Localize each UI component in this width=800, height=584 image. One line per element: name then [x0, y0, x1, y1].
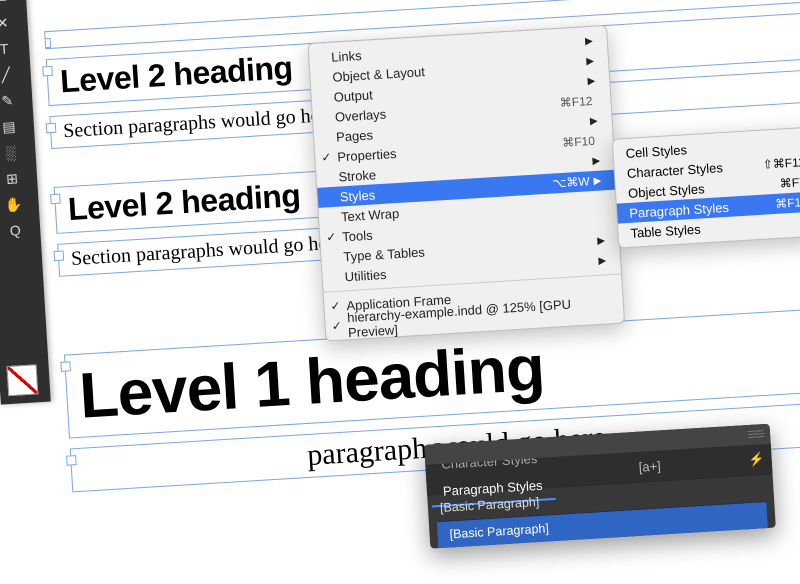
tool-button[interactable]: Q: [0, 216, 41, 245]
window-menu[interactable]: Links▶Object & Layout▶Output▶Overlays⌘F1…: [307, 25, 625, 342]
submenu-arrow-icon: ▶: [597, 235, 605, 246]
tool-button[interactable]: ▤: [0, 112, 35, 141]
fill-stroke-swatch[interactable]: [7, 364, 39, 396]
tool-button[interactable]: ⊞: [0, 164, 38, 193]
body-text: Section paragraphs would go here.: [70, 231, 348, 270]
tool-button[interactable]: ✋: [0, 190, 39, 219]
tools-palette[interactable]: ▭✕T╱✎▤░⊞✋Q: [0, 0, 51, 405]
submenu-arrow-icon: ▶: [585, 35, 593, 46]
submenu-arrow-icon: ▶: [590, 115, 598, 126]
tool-button[interactable]: ░: [0, 138, 36, 167]
submenu-arrow-icon: ▶: [593, 175, 601, 186]
tool-button[interactable]: ╱: [0, 60, 31, 89]
menu-shortcut: ⌘F12: [559, 94, 592, 110]
tool-button[interactable]: T: [0, 34, 30, 63]
body-text: Section paragraphs would go here.: [63, 103, 341, 142]
styles-submenu[interactable]: Cell StylesCharacter Styles⇧⌘F11Object S…: [612, 126, 800, 248]
submenu-arrow-icon: ▶: [592, 155, 600, 166]
submenu-arrow-icon: ▶: [587, 75, 595, 86]
submenu-arrow-icon: ▶: [598, 255, 606, 266]
tool-button[interactable]: ✎: [0, 86, 33, 115]
menu-shortcut: ⌘F7: [779, 175, 800, 191]
paragraph-styles-panel[interactable]: Character StylesParagraph Styles [a+] ⚡ …: [424, 424, 776, 549]
new-style-icon[interactable]: [a+]: [638, 458, 661, 474]
submenu-arrow-icon: ▶: [586, 55, 594, 66]
menu-shortcut: ⌥⌘W: [552, 174, 590, 190]
quick-apply-icon[interactable]: ⚡: [745, 451, 768, 468]
heading-2: Level 2 heading: [59, 49, 293, 99]
menu-shortcut: ⌘F11: [775, 195, 800, 211]
heading-2: Level 2 heading: [67, 177, 301, 227]
tool-button[interactable]: ✕: [0, 8, 28, 37]
menu-shortcut: ⌘F10: [562, 134, 595, 150]
menu-shortcut: ⇧⌘F11: [762, 155, 800, 172]
